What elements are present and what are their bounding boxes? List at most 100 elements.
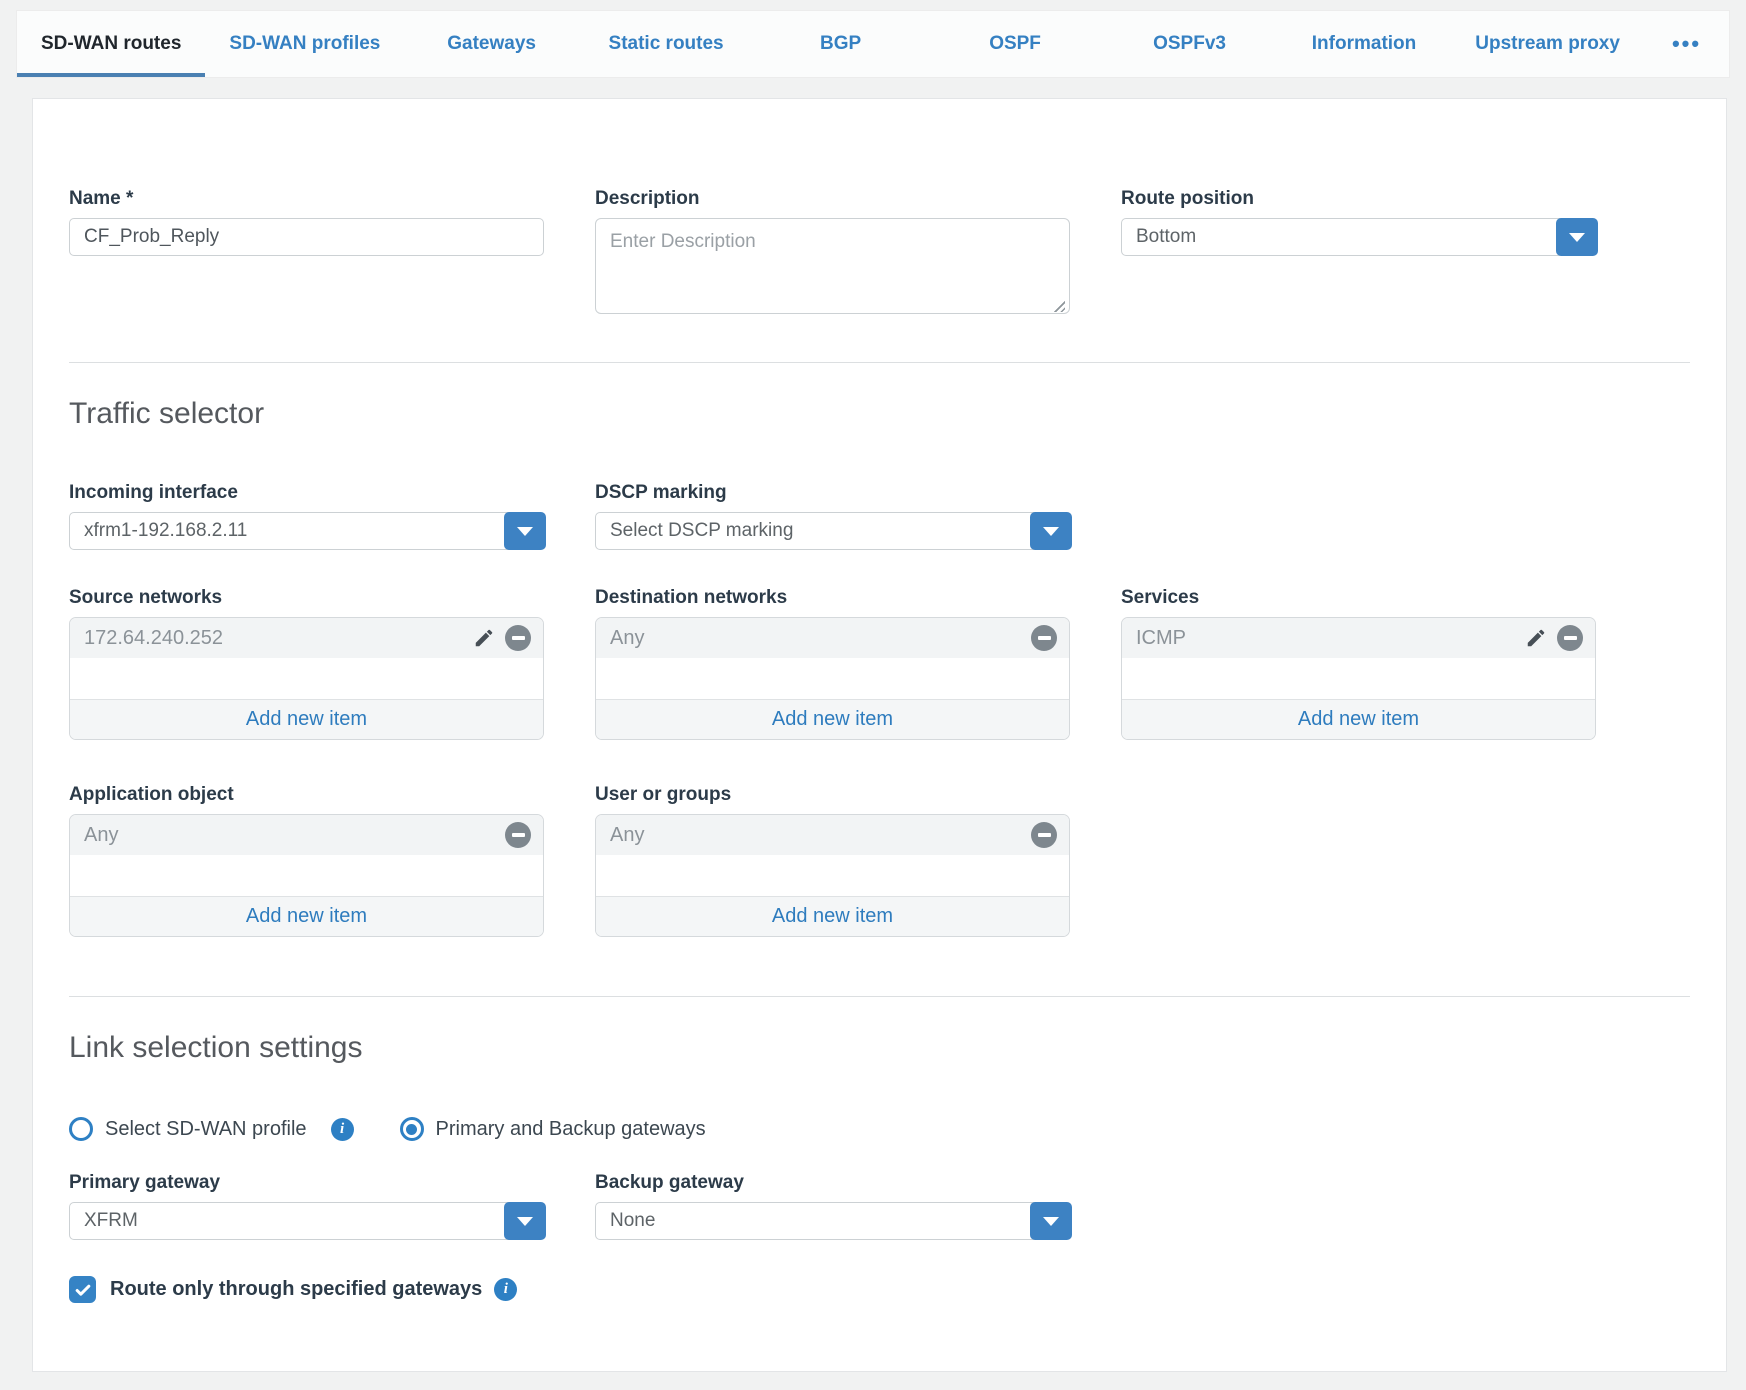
application-object-field: Application object Any Add new item bbox=[69, 783, 544, 937]
route-only-label: Route only through specified gateways bbox=[110, 1278, 482, 1301]
backup-gateway-select[interactable]: None bbox=[595, 1202, 1070, 1240]
user-or-groups-listbox: Any Add new item bbox=[595, 814, 1070, 937]
add-new-item-button[interactable]: Add new item bbox=[596, 896, 1069, 936]
list-spacer bbox=[596, 658, 1069, 699]
remove-item-icon[interactable] bbox=[505, 625, 531, 651]
services-label: Services bbox=[1121, 586, 1596, 609]
tab-sdwan-profiles[interactable]: SD-WAN profiles bbox=[205, 11, 404, 77]
source-networks-field: Source networks 172.64.240.252 Add new i… bbox=[69, 586, 544, 740]
tab-static-routes[interactable]: Static routes bbox=[579, 11, 753, 77]
source-networks-listbox: 172.64.240.252 Add new item bbox=[69, 617, 544, 740]
list-spacer bbox=[1122, 658, 1595, 699]
tab-sdwan-routes[interactable]: SD-WAN routes bbox=[17, 11, 205, 77]
list-item-text: 172.64.240.252 bbox=[84, 627, 473, 650]
link-selection-heading: Link selection settings bbox=[69, 1031, 1690, 1065]
info-icon[interactable]: i bbox=[494, 1278, 517, 1301]
services-field: Services ICMP Add new item bbox=[1121, 586, 1596, 740]
incoming-interface-value: xfrm1-192.168.2.11 bbox=[70, 513, 543, 549]
radio-primary-backup-gateways[interactable]: Primary and Backup gateways bbox=[400, 1117, 706, 1141]
basic-info-row: Name * Description Route position Bottom bbox=[69, 187, 1690, 319]
edit-pencil-icon[interactable] bbox=[1525, 627, 1547, 649]
edit-pencil-icon[interactable] bbox=[473, 627, 495, 649]
incoming-interface-field: Incoming interface xfrm1-192.168.2.11 bbox=[69, 481, 544, 550]
tab-ospfv3[interactable]: OSPFv3 bbox=[1102, 11, 1276, 77]
primary-gateway-select[interactable]: XFRM bbox=[69, 1202, 544, 1240]
list-item-text: Any bbox=[610, 627, 1031, 650]
route-only-row: Route only through specified gateways i bbox=[69, 1276, 1690, 1303]
radio-selected-icon[interactable] bbox=[400, 1117, 424, 1141]
list-spacer bbox=[70, 855, 543, 896]
more-dots-icon: ••• bbox=[1672, 31, 1701, 57]
tab-more-menu[interactable]: ••• bbox=[1644, 11, 1729, 77]
incoming-interface-dropdown-button[interactable] bbox=[504, 512, 546, 550]
dscp-marking-label: DSCP marking bbox=[595, 481, 1070, 504]
description-textarea[interactable] bbox=[595, 218, 1070, 314]
remove-item-icon[interactable] bbox=[1557, 625, 1583, 651]
radio-unselected-icon[interactable] bbox=[69, 1117, 93, 1141]
user-or-groups-field: User or groups Any Add new item bbox=[595, 783, 1070, 937]
tab-label: SD-WAN routes bbox=[41, 33, 181, 55]
tab-gateways[interactable]: Gateways bbox=[404, 11, 578, 77]
tab-label: Gateways bbox=[447, 33, 536, 55]
route-position-label: Route position bbox=[1121, 187, 1596, 210]
interface-dscp-row: Incoming interface xfrm1-192.168.2.11 DS… bbox=[69, 481, 1690, 550]
list-item: 172.64.240.252 bbox=[70, 618, 543, 658]
tab-label: BGP bbox=[820, 33, 861, 55]
route-position-value: Bottom bbox=[1122, 219, 1595, 255]
primary-gateway-field: Primary gateway XFRM bbox=[69, 1171, 544, 1240]
tab-label: OSPF bbox=[989, 33, 1041, 55]
list-item-text: Any bbox=[84, 824, 505, 847]
tab-information[interactable]: Information bbox=[1277, 11, 1451, 77]
add-new-item-button[interactable]: Add new item bbox=[70, 699, 543, 739]
incoming-interface-label: Incoming interface bbox=[69, 481, 544, 504]
route-position-field: Route position Bottom bbox=[1121, 187, 1596, 256]
list-spacer bbox=[70, 658, 543, 699]
dscp-marking-select[interactable]: Select DSCP marking bbox=[595, 512, 1070, 550]
gateways-row: Primary gateway XFRM Backup gateway None bbox=[69, 1171, 1690, 1240]
radio-select-sdwan-profile[interactable]: Select SD-WAN profile i bbox=[69, 1117, 354, 1141]
section-divider bbox=[69, 996, 1690, 997]
source-networks-label: Source networks bbox=[69, 586, 544, 609]
remove-item-icon[interactable] bbox=[505, 822, 531, 848]
tab-bgp[interactable]: BGP bbox=[753, 11, 927, 77]
list-item: Any bbox=[596, 618, 1069, 658]
services-listbox: ICMP Add new item bbox=[1121, 617, 1596, 740]
route-position-select[interactable]: Bottom bbox=[1121, 218, 1596, 256]
caret-down-icon bbox=[1569, 233, 1585, 242]
description-label: Description bbox=[595, 187, 1070, 210]
description-field: Description bbox=[595, 187, 1070, 319]
list-item: ICMP bbox=[1122, 618, 1595, 658]
tab-label: SD-WAN profiles bbox=[229, 33, 380, 55]
tab-ospf[interactable]: OSPF bbox=[928, 11, 1102, 77]
add-new-item-button[interactable]: Add new item bbox=[70, 896, 543, 936]
backup-gateway-label: Backup gateway bbox=[595, 1171, 1070, 1194]
route-position-dropdown-button[interactable] bbox=[1556, 218, 1598, 256]
remove-item-icon[interactable] bbox=[1031, 822, 1057, 848]
add-new-item-button[interactable]: Add new item bbox=[596, 699, 1069, 739]
backup-gateway-dropdown-button[interactable] bbox=[1030, 1202, 1072, 1240]
dscp-marking-field: DSCP marking Select DSCP marking bbox=[595, 481, 1070, 550]
caret-down-icon bbox=[517, 527, 533, 536]
tab-bar: SD-WAN routes SD-WAN profiles Gateways S… bbox=[16, 10, 1730, 78]
route-only-checkbox[interactable] bbox=[69, 1276, 96, 1303]
traffic-selector-heading: Traffic selector bbox=[69, 397, 1690, 431]
primary-gateway-dropdown-button[interactable] bbox=[504, 1202, 546, 1240]
info-icon[interactable]: i bbox=[331, 1118, 354, 1141]
tab-upstream-proxy[interactable]: Upstream proxy bbox=[1451, 11, 1644, 77]
dscp-marking-dropdown-button[interactable] bbox=[1030, 512, 1072, 550]
user-or-groups-label: User or groups bbox=[595, 783, 1070, 806]
name-input[interactable] bbox=[69, 218, 544, 256]
primary-gateway-label: Primary gateway bbox=[69, 1171, 544, 1194]
dscp-marking-value: Select DSCP marking bbox=[596, 513, 1069, 549]
application-object-label: Application object bbox=[69, 783, 544, 806]
caret-down-icon bbox=[517, 1217, 533, 1226]
name-field: Name * bbox=[69, 187, 544, 256]
incoming-interface-select[interactable]: xfrm1-192.168.2.11 bbox=[69, 512, 544, 550]
backup-gateway-field: Backup gateway None bbox=[595, 1171, 1070, 1240]
add-new-item-button[interactable]: Add new item bbox=[1122, 699, 1595, 739]
remove-item-icon[interactable] bbox=[1031, 625, 1057, 651]
sdwan-route-form-card: Name * Description Route position Bottom… bbox=[32, 98, 1727, 1372]
section-divider bbox=[69, 362, 1690, 363]
networks-services-row: Source networks 172.64.240.252 Add new i… bbox=[69, 586, 1690, 740]
radio-label: Select SD-WAN profile bbox=[105, 1118, 307, 1141]
